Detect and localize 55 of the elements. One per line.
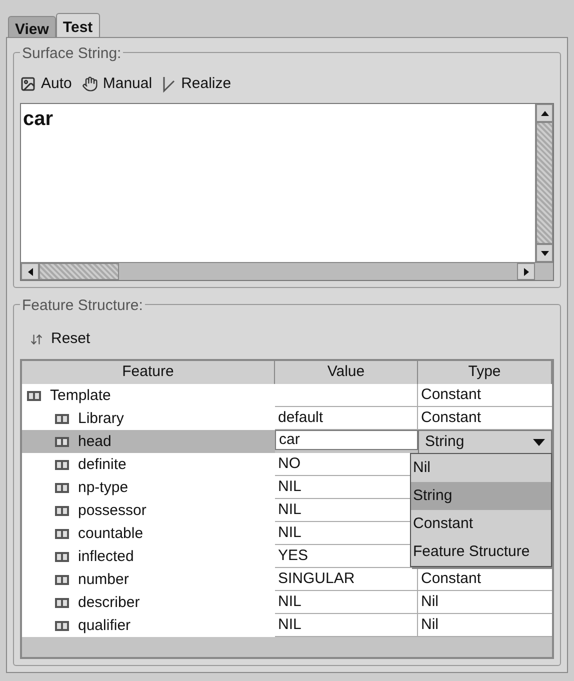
toolbar-button[interactable]: Auto	[20, 72, 72, 96]
scroll-right-icon[interactable]	[524, 268, 528, 276]
column-header[interactable]: Value	[275, 361, 418, 384]
check-icon	[162, 75, 176, 93]
value-input[interactable]: car	[275, 430, 418, 450]
node-icon	[54, 574, 70, 586]
node-icon	[54, 620, 70, 632]
feature-cell[interactable]: head	[22, 430, 275, 454]
feature-cell[interactable]: inflected	[22, 545, 275, 568]
feature-cell[interactable]: countable	[22, 522, 275, 545]
dropdown-arrow-icon[interactable]	[533, 438, 545, 446]
refresh-icon	[30, 332, 43, 346]
scroll-left-icon[interactable]	[28, 268, 32, 276]
horizontal-scrollbar[interactable]	[21, 262, 553, 280]
node-icon	[54, 550, 70, 562]
type-cell: Nil	[418, 591, 552, 614]
value-cell: default	[275, 407, 418, 430]
column-header[interactable]: Feature	[22, 361, 275, 384]
column-header[interactable]: Type	[418, 361, 552, 384]
scroll-thumb[interactable]	[39, 263, 119, 280]
node-icon	[54, 596, 70, 608]
node-icon	[54, 528, 70, 540]
scroll-down-icon[interactable]	[540, 250, 548, 256]
feature-cell[interactable]: np-type	[22, 476, 275, 499]
node-icon	[54, 458, 70, 470]
type-cell: Constant	[418, 568, 552, 591]
value-cell: NIL	[275, 614, 418, 637]
type-cell: Constant	[418, 384, 552, 407]
type-combobox[interactable]: String	[418, 430, 552, 454]
node-icon	[54, 436, 70, 448]
tab[interactable]: View	[8, 16, 56, 37]
value-cell: SINGULAR	[275, 568, 418, 591]
node-icon	[54, 482, 70, 494]
feature-cell[interactable]: definite	[22, 453, 275, 476]
node-icon	[54, 412, 70, 424]
toolbar-button[interactable]: Realize	[162, 72, 232, 96]
feature-cell[interactable]: Template	[22, 384, 275, 407]
vertical-scrollbar[interactable]	[535, 104, 553, 262]
tab[interactable]: Test	[56, 13, 100, 37]
type-cell: Nil	[418, 614, 552, 637]
hand-icon	[82, 76, 98, 92]
toolbar-button[interactable]: Manual	[82, 72, 152, 96]
type-cell: Constant	[418, 407, 552, 430]
picture-icon	[20, 76, 36, 92]
feature-cell[interactable]: describer	[22, 591, 275, 614]
node-icon	[54, 504, 70, 516]
scroll-up-icon[interactable]	[540, 110, 548, 116]
reset-button[interactable]: Reset	[20, 327, 90, 351]
feature-cell[interactable]: Library	[22, 407, 275, 430]
value-cell: NIL	[275, 591, 418, 614]
feature-cell[interactable]: qualifier	[22, 614, 275, 637]
scroll-thumb[interactable]	[536, 122, 553, 244]
feature-cell[interactable]: possessor	[22, 499, 275, 522]
feature-cell[interactable]: number	[22, 568, 275, 591]
node-icon	[26, 390, 42, 402]
